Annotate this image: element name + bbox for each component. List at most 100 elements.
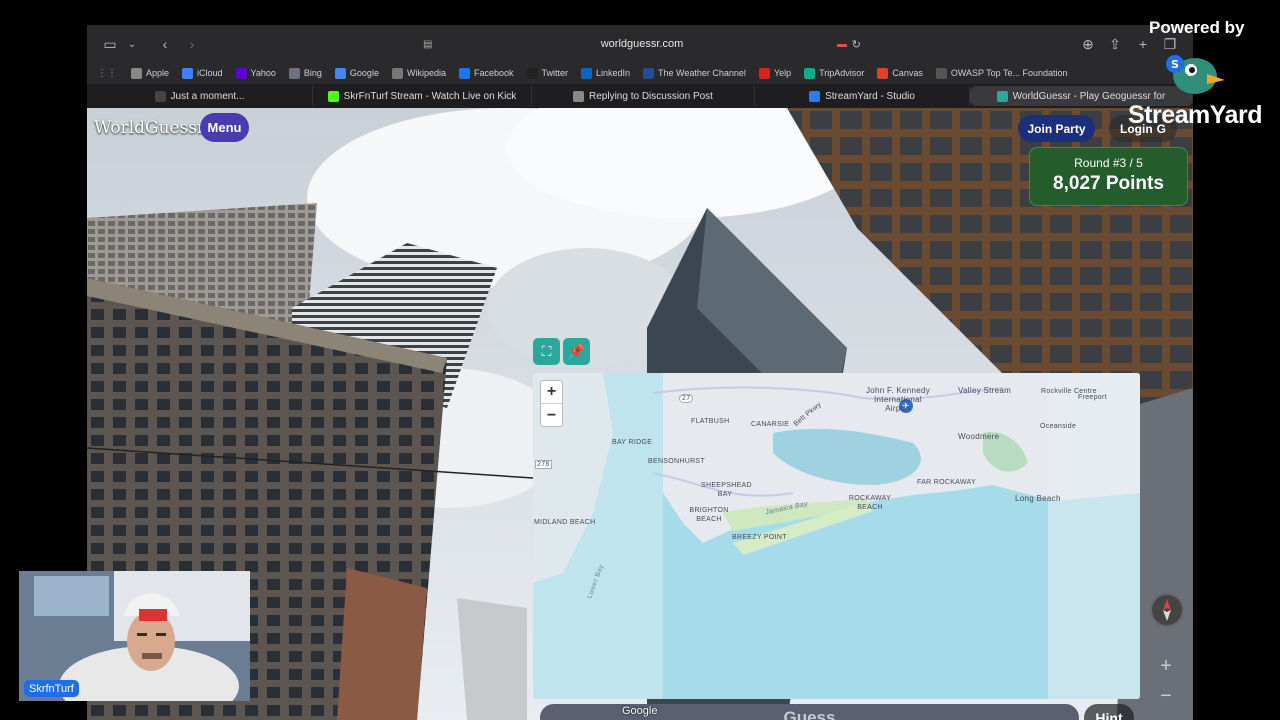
tab-1[interactable]: Just a moment...: [87, 86, 313, 106]
bookmark-yahoo[interactable]: Yahoo: [235, 67, 276, 79]
tab-label: SkrFnTurf Stream - Watch Live on Kick: [343, 90, 517, 102]
route-shield: 27: [679, 394, 694, 403]
expand-map-icon[interactable]: ⛶: [533, 338, 560, 365]
webcam-name-tag: SkrfnTurf: [24, 680, 79, 697]
streamyard-mascot-icon: S: [1165, 46, 1225, 100]
compass-needle-icon: [1163, 599, 1171, 621]
weather-channel-icon: [643, 67, 655, 79]
bookmark-label: Twitter: [541, 68, 569, 78]
points-label: 8,027 Points: [1053, 173, 1164, 194]
bookmark-yelp[interactable]: Yelp: [758, 67, 792, 79]
bookmark-apple[interactable]: Apple: [131, 67, 170, 79]
bookmark-facebook[interactable]: Facebook: [458, 67, 514, 79]
bookmark-canvas[interactable]: Canvas: [877, 67, 923, 79]
google-watermark: Google: [622, 705, 658, 717]
address-bar[interactable]: ▤ worldguessr.com ▬ ↻: [417, 33, 867, 55]
tab-label: Just a moment...: [170, 90, 245, 102]
map-zoom-control: + −: [540, 380, 563, 427]
bookmark-label: LinkedIn: [596, 68, 631, 78]
hint-button[interactable]: Hint: [1084, 704, 1134, 720]
privacy-report-icon[interactable]: ▬: [837, 39, 847, 50]
map-label: ROCKAWAY BEACH: [848, 495, 892, 511]
map-label: SHEEPSHEAD BAY: [701, 482, 752, 498]
map-label: Oceanside: [1040, 423, 1077, 430]
streetview-zoom-out-button[interactable]: −: [1156, 686, 1176, 706]
url-text: worldguessr.com: [600, 38, 684, 50]
facebook-icon: [458, 67, 470, 79]
bookmark-the-weather-channel[interactable]: The Weather Channel: [643, 67, 746, 79]
bookmark-owasp-top-te-foundation[interactable]: OWASP Top Te... Foundation: [935, 67, 1068, 79]
worldguessr-logo[interactable]: WorldGuessr: [94, 118, 205, 138]
map-label: BREEZY POINT: [732, 534, 787, 541]
bookmark-label: OWASP Top Te... Foundation: [950, 68, 1068, 78]
bookmark-linkedin[interactable]: LinkedIn: [581, 67, 631, 79]
tab-label: StreamYard - Studio: [825, 90, 915, 102]
street-view-panorama[interactable]: WorldGuessr Menu Join Party Login G Roun…: [87, 108, 1193, 720]
back-icon[interactable]: ‹: [156, 35, 174, 53]
icloud-icon: [182, 67, 194, 79]
compass-icon[interactable]: [1150, 593, 1184, 627]
bookmark-google[interactable]: Google: [334, 67, 379, 79]
discussion-icon: [573, 90, 585, 102]
bookmarks-bar: ⋮⋮ Apple iCloud Yahoo Bing Google Wikipedia Fa…: [87, 62, 1193, 84]
map-label: Long Beach: [1015, 494, 1061, 503]
map-label: John F. Kennedy International Airport: [865, 386, 931, 413]
bookmark-label: Yelp: [773, 68, 792, 78]
route-shield: 278: [535, 460, 552, 469]
kick-icon: [327, 90, 339, 102]
bookmark-tripadvisor[interactable]: TripAdvisor: [804, 67, 865, 79]
forward-icon[interactable]: ›: [183, 35, 201, 53]
powered-by-label: Powered by: [1149, 18, 1245, 37]
bookmark-icloud[interactable]: iCloud: [182, 67, 223, 79]
twitter-icon: [526, 67, 538, 79]
sidebar-toggle-icon[interactable]: ▭: [101, 35, 119, 53]
bookmark-label: Facebook: [473, 68, 514, 78]
linkedin-icon: [581, 67, 593, 79]
bookmark-twitter[interactable]: Twitter: [526, 67, 569, 79]
bookmark-bing[interactable]: Bing: [288, 67, 322, 79]
loading-icon: [154, 90, 166, 102]
chevron-down-icon[interactable]: ⌄: [123, 35, 141, 53]
bookmark-label: Apple: [146, 68, 170, 78]
tab-3[interactable]: Replying to Discussion Post: [532, 86, 755, 106]
grid-icon[interactable]: ⋮⋮: [97, 68, 117, 79]
bookmark-label: The Weather Channel: [658, 68, 746, 78]
tripadvisor-icon: [804, 67, 816, 79]
pin-map-icon[interactable]: 📌: [563, 338, 590, 365]
map-label: MIDLAND BEACH: [534, 519, 596, 526]
reload-icon[interactable]: ↻: [852, 38, 861, 51]
bookmark-label: Bing: [303, 68, 322, 78]
bookmark-label: TripAdvisor: [819, 68, 865, 78]
bookmark-wikipedia[interactable]: Wikipedia: [391, 67, 446, 79]
map-zoom-out-button[interactable]: −: [541, 404, 562, 427]
map-label: Valley Stream: [958, 386, 1012, 395]
tab-4[interactable]: StreamYard - Studio: [755, 86, 970, 106]
canvas-icon: [877, 67, 889, 79]
yahoo-icon: [235, 67, 247, 79]
map-label: BENSONHURST: [648, 458, 705, 465]
bookmark-label: iCloud: [197, 68, 223, 78]
browser-toolbar: ▭ ⌄ ‹ › ▤ worldguessr.com ▬ ↻ ⊕ ⇪ + ❐: [87, 25, 1193, 62]
bing-icon: [288, 67, 300, 79]
downloads-icon[interactable]: ⊕: [1079, 35, 1097, 53]
map-label: FAR ROCKAWAY: [917, 479, 976, 486]
map-zoom-in-button[interactable]: +: [541, 381, 562, 404]
join-party-button[interactable]: Join Party: [1018, 115, 1095, 142]
menu-button[interactable]: Menu: [200, 113, 249, 142]
streetview-zoom-in-button[interactable]: +: [1156, 656, 1176, 676]
streamyard-icon: [809, 90, 821, 102]
guess-map[interactable]: ✈ + − Valley Stream Rockville Centre Fre…: [533, 373, 1140, 699]
guess-button[interactable]: Guess: [540, 704, 1079, 720]
map-label: BAY RIDGE: [612, 439, 653, 446]
page-settings-icon[interactable]: ▤: [423, 39, 432, 50]
tab-2[interactable]: SkrFnTurf Stream - Watch Live on Kick: [313, 86, 532, 106]
google-icon: [334, 67, 346, 79]
tab-bar: Just a moment... SkrFnTurf Stream - Watch…: [87, 84, 1193, 108]
round-score-panel: Round #3 / 5 8,027 Points: [1029, 147, 1188, 206]
svg-text:S: S: [1171, 58, 1179, 71]
wikipedia-icon: [391, 67, 403, 79]
globe-icon: [996, 90, 1008, 102]
map-label: CANARSIE: [751, 421, 790, 428]
browser-window: ▭ ⌄ ‹ › ▤ worldguessr.com ▬ ↻ ⊕ ⇪ + ❐ ⋮⋮…: [87, 25, 1193, 720]
share-icon[interactable]: ⇪: [1106, 35, 1124, 53]
